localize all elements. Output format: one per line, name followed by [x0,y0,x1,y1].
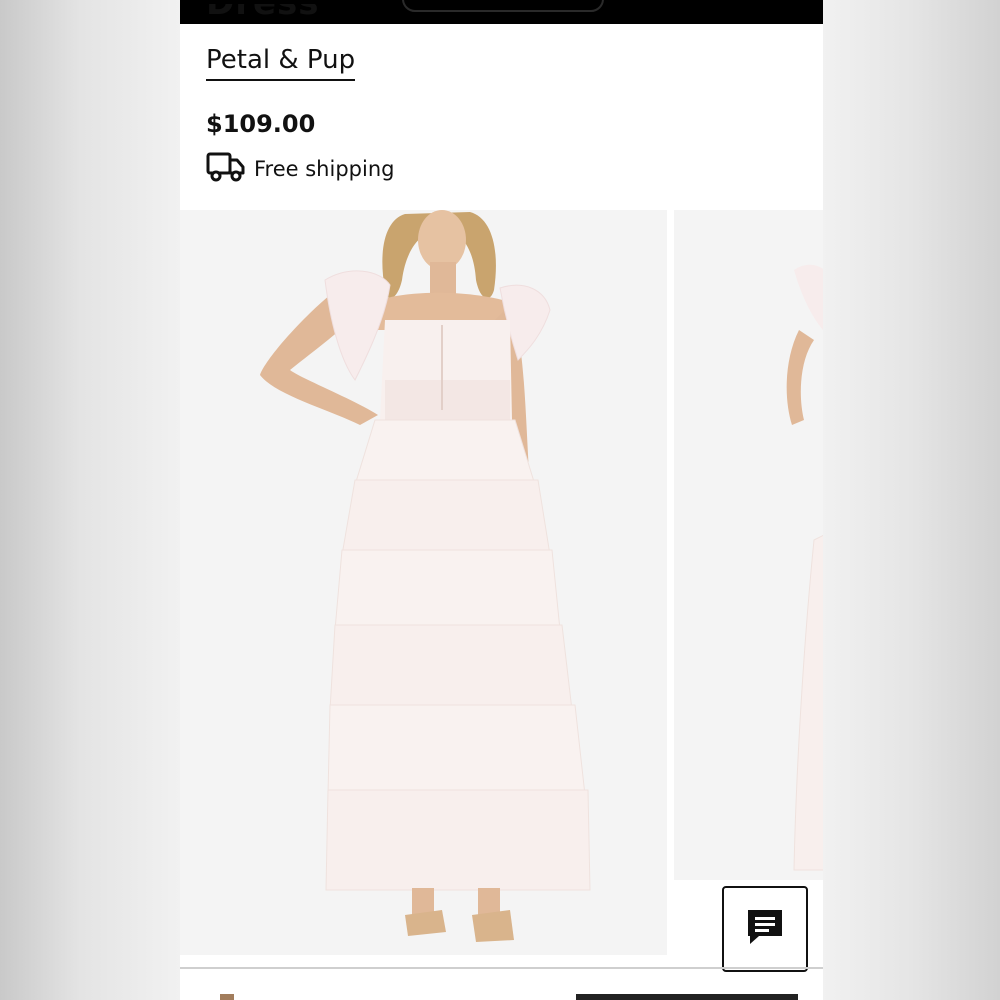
background-blur-left [0,0,180,1000]
product-price: $109.00 [206,110,316,138]
phone-screen: Dress Petal & Pup $109.00 Free shipping [180,0,823,1000]
truck-icon [206,151,246,187]
chat-icon [745,907,785,951]
product-image-main[interactable] [180,210,667,955]
brand-link[interactable]: Petal & Pup [206,45,356,82]
add-to-cart-button[interactable] [576,994,798,1000]
product-title: Dress [206,4,320,28]
bottom-thumbnail[interactable] [220,994,234,1000]
dynamic-island [402,0,604,12]
product-image-next[interactable] [674,210,823,880]
divider [180,967,823,969]
product-gallery[interactable] [180,210,823,955]
background-blur-right [823,0,1000,1000]
chat-button[interactable] [722,886,808,972]
shipping-info: Free shipping [206,152,394,186]
shipping-label: Free shipping [254,157,395,181]
